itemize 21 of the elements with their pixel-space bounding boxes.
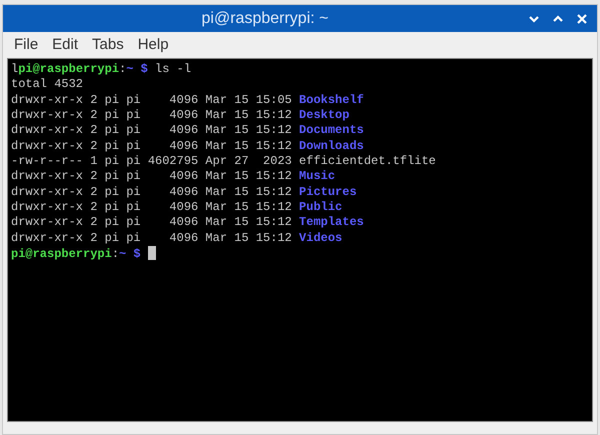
terminal-area[interactable] [7,58,593,422]
close-icon[interactable] [575,12,589,26]
window-title: pi@raspberrypi: ~ [200,10,330,28]
menu-item[interactable]: Edit [45,36,86,52]
menu-item[interactable]: Help [130,36,176,52]
terminal-line: drwxr-xr-x 2 pi pi 4096 Mar 15 15:12 Music [11,169,336,185]
terminal-line: drwxr-xr-x 2 pi pi 4096 Mar 15 15:12 Templates [11,215,364,231]
terminal-line: -rw-r--r-- 1 pi pi 4602795 Apr 27 2023 efficientdet.tflite [11,154,436,170]
text-cursor [148,246,156,260]
terminal-line: drwxr-xr-x 2 pi pi 4096 Mar 15 15:12 Videos [11,230,342,246]
terminal-line: drwxr-xr-x 2 pi pi 4096 Mar 15 15:12 Documents [11,123,364,139]
terminal-line: lpi@raspberrypi:~ $ ls -l [11,62,192,78]
terminal-line: drwxr-xr-x 2 pi pi 4096 Mar 15 15:12 Desktop [11,108,350,124]
terminal-line: drwxr-xr-x 2 pi pi 4096 Mar 15 15:12 Public [11,200,342,216]
terminal-line: pi@raspberrypi:~ $ [11,247,141,262]
terminal-line: total 4532 [11,77,84,93]
terminal-line: drwxr-xr-x 2 pi pi 4096 Mar 15 15:12 Pictures [11,184,357,200]
terminal-line: drwxr-xr-x 2 pi pi 4096 Mar 15 15:05 Bookshelf [11,92,364,108]
menu-item[interactable]: File [7,36,46,52]
terminal-line: drwxr-xr-x 2 pi pi 4096 Mar 15 15:12 Downloads [11,138,364,154]
menu-item[interactable]: Tabs [85,36,131,52]
